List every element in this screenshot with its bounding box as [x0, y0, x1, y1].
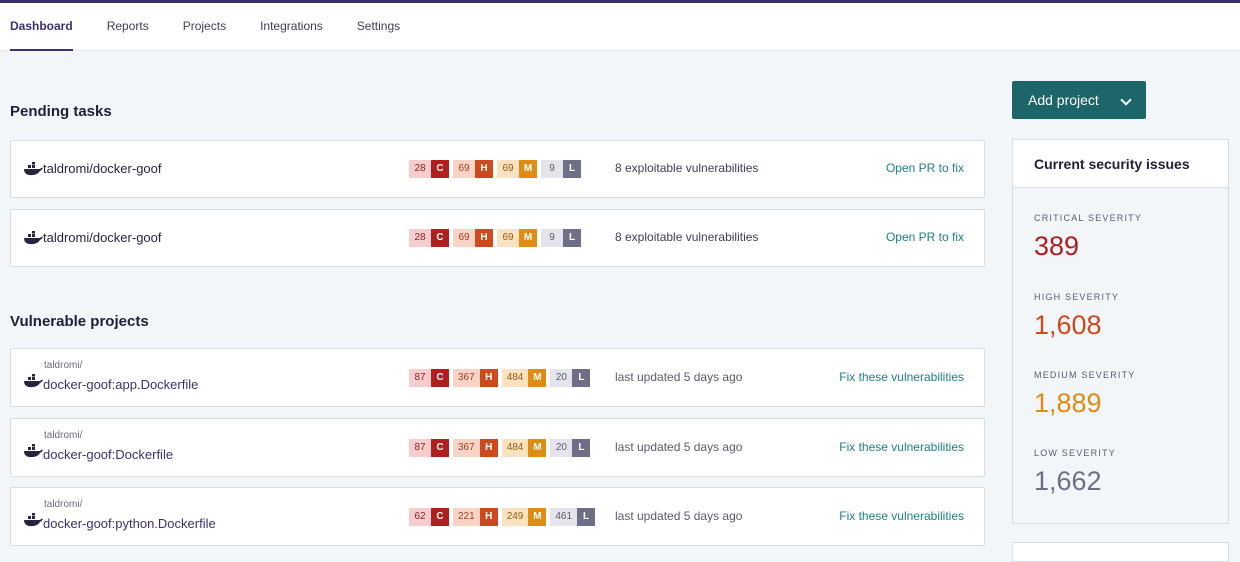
chevron-down-icon: [1120, 94, 1132, 106]
critical-letter: C: [431, 369, 449, 387]
project-name: taldromi/docker-goof: [43, 230, 162, 245]
open-pr-link[interactable]: Open PR to fix: [886, 161, 964, 175]
medium-letter: M: [528, 508, 547, 526]
high-letter: H: [475, 160, 493, 178]
medium-count: 69: [497, 160, 519, 178]
critical-count: 28: [409, 229, 431, 247]
low-count: 20: [550, 439, 573, 457]
tab-integrations[interactable]: Integrations: [260, 3, 323, 51]
open-pr-link[interactable]: Open PR to fix: [886, 230, 964, 244]
pending-task-row: taldromi/docker-goof 28 C 69 H 69 M 9 L …: [10, 209, 985, 267]
critical-letter: C: [431, 160, 449, 178]
high-letter: H: [475, 229, 493, 247]
high-letter: H: [479, 508, 498, 526]
high-severity-value: 1,608: [1034, 310, 1102, 340]
docker-whale-icon: [24, 231, 43, 245]
medium-severity-label: MEDIUM SEVERITY: [1034, 370, 1136, 380]
tab-reports[interactable]: Reports: [107, 3, 149, 51]
high-count: 69: [453, 160, 475, 178]
docker-whale-icon: [24, 374, 43, 388]
low-letter: L: [563, 160, 581, 178]
fix-vulnerabilities-link[interactable]: Fix these vulnerabilities: [839, 370, 964, 384]
low-count: 9: [541, 229, 563, 247]
fix-vulnerabilities-link[interactable]: Fix these vulnerabilities: [839, 509, 964, 523]
critical-severity-label: CRITICAL SEVERITY: [1034, 213, 1143, 223]
critical-severity-value: 389: [1034, 231, 1080, 261]
security-issues-panel: Current security issues CRITICAL SEVERIT…: [1012, 139, 1229, 524]
high-count: 221: [453, 508, 480, 526]
severity-badges: 87 C 367 H 484 M 20 L: [409, 369, 591, 387]
project-link[interactable]: docker-goof:app.Dockerfile: [43, 377, 198, 392]
high-count: 367: [453, 439, 480, 457]
project-link[interactable]: docker-goof:Dockerfile: [43, 447, 173, 462]
low-letter: L: [577, 508, 596, 526]
last-updated: last updated 5 days ago: [615, 509, 743, 523]
critical-letter: C: [431, 508, 449, 526]
docker-whale-icon: [24, 162, 43, 176]
severity-badges: 28 C 69 H 69 M 9 L: [409, 229, 581, 247]
tab-dashboard[interactable]: Dashboard: [10, 3, 73, 51]
medium-count: 484: [501, 369, 529, 387]
project-row: taldromi/ docker-goof:python.Dockerfile …: [10, 487, 985, 546]
fix-vulnerabilities-link[interactable]: Fix these vulnerabilities: [839, 440, 964, 454]
severity-badges: 62 C 221 H 249 M 461 L: [409, 508, 596, 526]
tab-settings[interactable]: Settings: [357, 3, 400, 51]
critical-count: 87: [409, 439, 431, 457]
project-row: taldromi/ docker-goof:app.Dockerfile 87 …: [10, 348, 985, 407]
project-org: taldromi/: [44, 499, 83, 510]
nav-tabs: Dashboard Reports Projects Integrations …: [10, 3, 434, 51]
medium-letter: M: [528, 439, 547, 457]
top-nav: Dashboard Reports Projects Integrations …: [0, 0, 1240, 51]
low-count: 461: [550, 508, 578, 526]
exploitable-summary: 8 exploitable vulnerabilities: [615, 230, 759, 244]
high-letter: H: [479, 439, 498, 457]
docker-whale-icon: [24, 444, 43, 458]
add-project-button[interactable]: Add project: [1012, 81, 1146, 119]
low-letter: L: [572, 439, 591, 457]
medium-severity-value: 1,889: [1034, 388, 1102, 418]
docker-whale-icon: [24, 513, 43, 527]
high-count: 367: [453, 369, 480, 387]
critical-count: 28: [409, 160, 431, 178]
low-severity-label: LOW SEVERITY: [1034, 448, 1116, 458]
add-project-label: Add project: [1028, 92, 1099, 108]
critical-letter: C: [431, 229, 449, 247]
low-letter: L: [563, 229, 581, 247]
last-updated: last updated 5 days ago: [615, 370, 743, 384]
severity-badges: 87 C 367 H 484 M 20 L: [409, 439, 591, 457]
pending-task-row: taldromi/docker-goof 28 C 69 H 69 M 9 L …: [10, 140, 985, 198]
exploitable-summary: 8 exploitable vulnerabilities: [615, 161, 759, 175]
last-updated: last updated 5 days ago: [615, 440, 743, 454]
medium-count: 484: [501, 439, 529, 457]
project-row: taldromi/ docker-goof:Dockerfile 87 C 36…: [10, 418, 985, 477]
low-count: 20: [550, 369, 573, 387]
project-org: taldromi/: [44, 430, 83, 441]
medium-letter: M: [528, 369, 547, 387]
security-issues-title: Current security issues: [1013, 140, 1228, 188]
low-count: 9: [541, 160, 563, 178]
medium-letter: M: [519, 160, 537, 178]
low-letter: L: [572, 369, 591, 387]
high-count: 69: [453, 229, 475, 247]
high-severity-label: HIGH SEVERITY: [1034, 292, 1120, 302]
critical-letter: C: [431, 439, 449, 457]
project-org: taldromi/: [44, 360, 83, 371]
critical-count: 87: [409, 369, 431, 387]
tab-projects[interactable]: Projects: [183, 3, 226, 51]
high-letter: H: [479, 369, 498, 387]
pending-tasks-title: Pending tasks: [10, 103, 112, 120]
vulnerable-projects-title: Vulnerable projects: [10, 313, 149, 330]
severity-badges: 28 C 69 H 69 M 9 L: [409, 160, 581, 178]
low-severity-value: 1,662: [1034, 466, 1102, 496]
project-name: taldromi/docker-goof: [43, 161, 162, 176]
project-link[interactable]: docker-goof:python.Dockerfile: [43, 516, 216, 531]
medium-letter: M: [519, 229, 537, 247]
medium-count: 69: [497, 229, 519, 247]
secondary-panel: [1012, 542, 1229, 562]
medium-count: 249: [501, 508, 529, 526]
critical-count: 62: [409, 508, 431, 526]
